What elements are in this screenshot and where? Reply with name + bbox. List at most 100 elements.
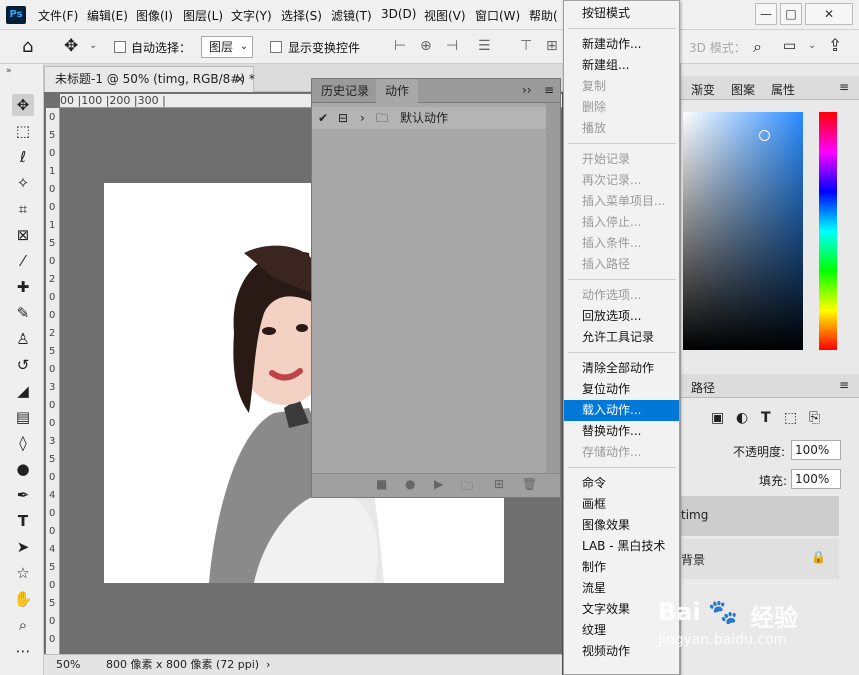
new-action-icon[interactable]: ⊞ — [494, 477, 504, 491]
menu-item[interactable]: 按钮模式 — [564, 3, 679, 24]
actions-scrollbar[interactable] — [546, 103, 560, 473]
zoom-level[interactable]: 50% — [56, 655, 80, 675]
menu-item[interactable]: 制作 — [564, 557, 679, 578]
panel-collapse-icon[interactable]: » — [6, 66, 12, 76]
move-tool-icon[interactable]: ✥ — [12, 94, 34, 116]
frame-tool-icon[interactable]: ⊠ — [12, 224, 34, 246]
menu-file[interactable]: 文件(F) — [38, 7, 78, 24]
chevron-down-icon[interactable]: ⌄ — [89, 40, 97, 51]
filter-shape-icon[interactable]: ⬚ — [784, 410, 797, 426]
align-middle-icon[interactable]: ⊞ — [546, 38, 558, 54]
workspace-icon[interactable]: ▭ — [783, 38, 796, 54]
status-menu-arrow[interactable]: › — [266, 655, 270, 675]
more-tools-icon[interactable]: ⋯ — [12, 640, 34, 662]
fill-input[interactable]: 100% — [791, 469, 841, 489]
new-set-icon[interactable]: 🗀 — [461, 477, 473, 498]
distribute-icon[interactable]: ☰ — [478, 38, 491, 54]
trash-icon[interactable]: 🗑 — [522, 477, 537, 491]
share-icon[interactable]: ⇪ — [828, 36, 842, 56]
blur-tool-icon[interactable]: ◊ — [12, 432, 34, 454]
tab-paths[interactable]: 路径 — [691, 379, 715, 396]
toggle-dialog-icon[interactable]: ⊟ — [338, 107, 348, 129]
pen-tool-icon[interactable]: ✒ — [12, 484, 34, 506]
move-tool-icon[interactable]: ✥ — [64, 36, 78, 56]
align-left-icon[interactable]: ⊢ — [394, 38, 406, 54]
history-brush-icon[interactable]: ↺ — [12, 354, 34, 376]
expand-arrow-icon[interactable]: › — [360, 107, 365, 129]
menu-help[interactable]: 帮助( — [529, 7, 558, 24]
menu-item[interactable]: 载入动作... — [564, 400, 679, 421]
filter-adjust-icon[interactable]: ◐ — [736, 410, 748, 426]
path-select-icon[interactable]: ➤ — [12, 536, 34, 558]
menu-item[interactable]: 新建动作... — [564, 34, 679, 55]
align-center-icon[interactable]: ⊕ — [420, 38, 432, 54]
menu-item[interactable]: 回放选项... — [564, 306, 679, 327]
hand-tool-icon[interactable]: ✋ — [12, 588, 34, 610]
shape-tool-icon[interactable]: ☆ — [12, 562, 34, 584]
menu-3d[interactable]: 3D(D) — [381, 7, 416, 21]
tab-patterns[interactable]: 图案 — [731, 81, 755, 98]
menu-item[interactable]: 画框 — [564, 494, 679, 515]
align-top-icon[interactable]: ⊤ — [520, 38, 532, 54]
layer-row-background[interactable]: 背景 🔒 — [681, 539, 839, 579]
menu-window[interactable]: 窗口(W) — [475, 7, 520, 24]
menu-item[interactable]: 命令 — [564, 473, 679, 494]
panel-menu-icon[interactable]: ≡ — [839, 80, 849, 94]
crop-tool-icon[interactable]: ⌗ — [12, 198, 34, 220]
menu-image[interactable]: 图像(I) — [136, 7, 173, 24]
menu-type[interactable]: 文字(Y) — [231, 7, 272, 24]
brush-tool-icon[interactable]: ✎ — [12, 302, 34, 324]
panel-menu-icon[interactable]: ≡ — [839, 378, 849, 392]
search-icon[interactable]: ⌕ — [753, 37, 762, 57]
auto-select-target-dropdown[interactable]: 图层 ⌄ — [201, 36, 253, 58]
menu-layer[interactable]: 图层(L) — [183, 7, 223, 24]
menu-view[interactable]: 视图(V) — [424, 7, 466, 24]
chevron-down-icon[interactable]: ⌄ — [808, 40, 816, 51]
menu-item[interactable]: 图像效果 — [564, 515, 679, 536]
stamp-tool-icon[interactable]: ♙ — [12, 328, 34, 350]
magic-wand-icon[interactable]: ✧ — [12, 172, 34, 194]
show-transform-checkbox[interactable] — [270, 41, 282, 53]
stop-icon[interactable]: ■ — [376, 477, 387, 491]
dodge-tool-icon[interactable]: ● — [12, 458, 34, 480]
tab-properties[interactable]: 属性 — [771, 81, 795, 98]
auto-select-checkbox[interactable] — [114, 41, 126, 53]
layer-row-timg[interactable]: timg — [681, 496, 839, 536]
menu-item[interactable]: 复位动作 — [564, 379, 679, 400]
marquee-tool-icon[interactable]: ⬚ — [12, 120, 34, 142]
play-icon[interactable]: ▶ — [434, 477, 443, 491]
gradient-tool-icon[interactable]: ▤ — [12, 406, 34, 428]
zoom-tool-icon[interactable]: ⌕ — [12, 614, 34, 636]
action-set-row[interactable]: ✔ ⊟ › 🗀 默认动作 — [312, 107, 546, 129]
close-tab-icon[interactable]: × — [235, 67, 245, 91]
align-right-icon[interactable]: ⊣ — [446, 38, 458, 54]
tab-gradients[interactable]: 渐变 — [691, 81, 715, 98]
lasso-tool-icon[interactable]: ℓ — [12, 146, 34, 168]
healing-brush-icon[interactable]: ✚ — [12, 276, 34, 298]
panel-menu-icon[interactable]: ≡ — [544, 83, 554, 97]
minimize-icon[interactable]: — — [755, 3, 777, 25]
eraser-tool-icon[interactable]: ◢ — [12, 380, 34, 402]
filter-pixel-icon[interactable]: ▣ — [711, 410, 724, 426]
color-picker-cursor[interactable] — [759, 130, 770, 141]
tab-actions[interactable]: 动作 — [376, 79, 419, 103]
filter-smart-icon[interactable]: ⎘ — [809, 410, 820, 426]
document-tab[interactable]: 未标题-1 @ 50% (timg, RGB/8#) * × — [44, 66, 255, 92]
menu-item[interactable]: 允许工具记录 — [564, 327, 679, 348]
type-tool-icon[interactable]: T — [12, 510, 34, 532]
color-picker-field[interactable] — [683, 112, 803, 350]
hue-slider[interactable] — [819, 112, 837, 350]
filter-type-icon[interactable]: T — [761, 410, 771, 426]
menu-item[interactable]: 替换动作... — [564, 421, 679, 442]
opacity-input[interactable]: 100% — [791, 440, 841, 460]
toggle-item-check-icon[interactable]: ✔ — [318, 107, 328, 129]
menu-select[interactable]: 选择(S) — [281, 7, 322, 24]
menu-item[interactable]: 流星 — [564, 578, 679, 599]
menu-filter[interactable]: 滤镜(T) — [331, 7, 372, 24]
menu-edit[interactable]: 编辑(E) — [87, 7, 128, 24]
eyedropper-icon[interactable]: ⁄ — [12, 250, 34, 272]
record-icon[interactable]: ● — [405, 477, 415, 491]
maximize-icon[interactable]: □ — [780, 3, 802, 25]
close-window-icon[interactable]: ✕ — [805, 3, 853, 25]
home-icon[interactable]: ⌂ — [22, 36, 33, 57]
